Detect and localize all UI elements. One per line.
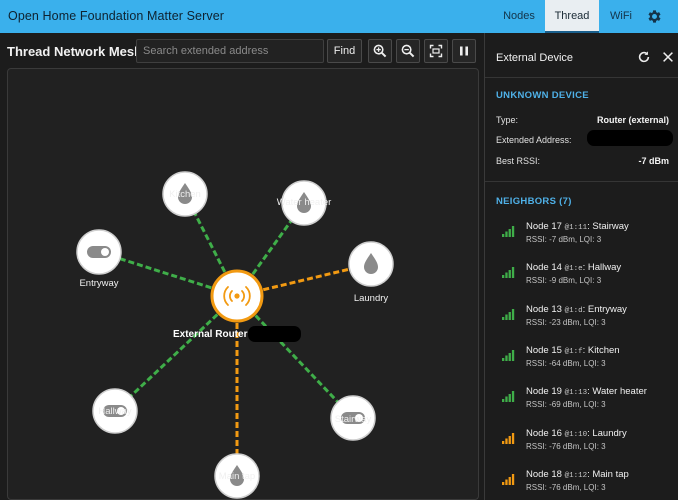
- signal-strength-icon: [502, 349, 515, 361]
- neighbor-stats: RSSI: -7 dBm, LQI: 3: [526, 235, 602, 244]
- neighbor-stats: RSSI: -9 dBm, LQI: 3: [526, 276, 602, 286]
- gear-icon[interactable]: [646, 8, 663, 25]
- redaction-mark: [248, 326, 301, 342]
- neighbor-item[interactable]: Node 17 @1:11: Stairway RSSI: -7 dBm, LQI…: [485, 219, 678, 259]
- signal-strength-icon: [502, 473, 515, 485]
- app-title: Open Home Foundation Matter Server: [8, 9, 225, 23]
- find-button[interactable]: Find: [327, 39, 362, 63]
- neighbor-node-name: Node 15: [526, 344, 562, 356]
- neighbor-stats: RSSI: -76 dBm, LQI: 3: [526, 482, 606, 492]
- neighbor-name: Node 16 @1:10: Laundry: [526, 427, 627, 439]
- fit-view-button[interactable]: [424, 39, 448, 63]
- toggle-icon: [87, 246, 111, 258]
- neighbor-stats: RSSI: -64 dBm, LQI: 3: [526, 358, 606, 368]
- node-label-kitchen: Kitchen: [169, 189, 201, 200]
- neighbor-node-name: Node 14: [526, 262, 562, 274]
- details-header: External Device: [485, 33, 678, 78]
- best-rssi-value: -7 dBm: [638, 156, 669, 166]
- neighbor-stats: RSSI: -23 dBm, LQI: 3: [526, 317, 606, 327]
- type-label: Type:: [496, 115, 519, 125]
- neighbor-name: Node 17 @1:11: Stairway: [526, 221, 629, 232]
- neighbor-node-id: @1:11: [564, 224, 588, 232]
- neighbors-heading: NEIGHBORS (7): [496, 196, 572, 207]
- signal-strength-icon: [502, 391, 515, 403]
- unknown-device-heading: UNKNOWN DEVICE: [496, 90, 589, 101]
- neighbor-node-name: Node 13: [526, 303, 562, 315]
- neighbor-name: Node 14 @1:e: Hallway: [526, 262, 622, 274]
- node-label-external-router: External Router: [173, 329, 248, 340]
- neighbor-name: Node 19 @1:13: Water heater: [526, 386, 647, 398]
- neighbor-node-id: @1:f: [564, 347, 583, 356]
- pause-icon: [460, 46, 468, 56]
- details-title: External Device: [496, 52, 574, 64]
- neighbor-node-id: @1:d: [564, 306, 583, 315]
- node-label-water-heater: Water heater: [276, 197, 332, 208]
- node-label-entryway: Entryway: [79, 278, 119, 289]
- neighbor-room: Entryway: [587, 303, 627, 315]
- tab-thread[interactable]: Thread: [545, 0, 599, 33]
- neighbor-room: Water heater: [592, 386, 647, 398]
- fit-screen-icon: [429, 44, 443, 58]
- mesh-graph-canvas[interactable]: Kitchen Water heater Laundry Stairway Ma…: [7, 68, 479, 500]
- type-value: Router (external): [596, 115, 669, 125]
- node-external-router[interactable]: [210, 269, 264, 323]
- mesh-panel: Thread Network Mesh Find: [0, 33, 484, 500]
- node-label-main-tap: Main tap: [218, 471, 256, 482]
- tab-wifi[interactable]: WiFi: [603, 0, 639, 33]
- zoom-in-icon: [373, 44, 387, 58]
- neighbor-item[interactable]: Node 13 @1:d: Entryway RSSI: -23 dBm, LQI…: [485, 302, 678, 342]
- neighbor-room: Stairway: [592, 221, 629, 232]
- refresh-icon[interactable]: [637, 50, 651, 64]
- neighbor-node-name: Node 18: [526, 468, 562, 480]
- neighbor-name: Node 13 @1:d: Entryway: [526, 303, 627, 315]
- node-label-hallway: Hallway: [98, 406, 132, 417]
- neighbor-node-id: @1:e: [564, 265, 583, 274]
- neighbor-room: Laundry: [592, 427, 627, 439]
- neighbor-item[interactable]: Node 16 @1:10: Laundry RSSI: -76 dBm, LQI…: [485, 426, 678, 466]
- mesh-title: Thread Network Mesh: [7, 44, 143, 59]
- neighbor-node-name: Node 17: [526, 221, 562, 232]
- neighbor-room: Hallway: [587, 262, 622, 274]
- neighbor-room: Main tap: [592, 468, 629, 480]
- node-entryway[interactable]: [76, 229, 122, 275]
- search-input[interactable]: [136, 39, 324, 63]
- pause-button[interactable]: [452, 39, 476, 63]
- neighbor-node-name: Node 19: [526, 386, 562, 398]
- node-label-stairway: Stairway: [334, 414, 372, 425]
- neighbor-item[interactable]: Node 18 @1:12: Main tap RSSI: -76 dBm, LQ…: [485, 467, 678, 500]
- neighbor-item[interactable]: Node 15 @1:f: Kitchen RSSI: -64 dBm, LQI:…: [485, 343, 678, 383]
- section-divider: [485, 181, 678, 182]
- neighbor-stats: RSSI: -69 dBm, LQI: 3: [526, 400, 606, 410]
- neighbor-node-id: @1:13: [564, 389, 588, 398]
- details-panel: External Device UNKNOWN DEVICE Type: Rou…: [484, 33, 678, 500]
- signal-strength-icon: [502, 432, 515, 444]
- signal-strength-icon: [502, 267, 515, 279]
- zoom-out-icon: [401, 44, 415, 58]
- neighbor-item[interactable]: Node 14 @1:e: Hallway RSSI: -9 dBm, LQI: …: [485, 260, 678, 300]
- neighbor-name: Node 15 @1:f: Kitchen: [526, 344, 620, 356]
- close-icon[interactable]: [661, 50, 675, 64]
- extended-address-label: Extended Address:: [496, 135, 572, 145]
- node-laundry[interactable]: [348, 241, 394, 287]
- node-label-laundry: Laundry: [353, 293, 389, 304]
- signal-strength-icon: [502, 308, 515, 320]
- extended-address-redacted: [587, 130, 673, 146]
- best-rssi-label: Best RSSI:: [496, 156, 541, 166]
- neighbor-stats: RSSI: -76 dBm, LQI: 3: [526, 441, 606, 451]
- neighbor-node-id: @1:12: [564, 471, 588, 480]
- tab-nodes[interactable]: Nodes: [496, 0, 542, 33]
- neighbor-name: Node 18 @1:12: Main tap: [526, 468, 629, 480]
- signal-strength-icon: [502, 226, 515, 237]
- neighbor-node-name: Node 16: [526, 427, 562, 439]
- neighbor-room: Kitchen: [587, 344, 620, 356]
- zoom-in-button[interactable]: [368, 39, 392, 63]
- zoom-out-button[interactable]: [396, 39, 420, 63]
- neighbor-node-id: @1:10: [564, 430, 588, 439]
- neighbor-item[interactable]: Node 19 @1:13: Water heater RSSI: -69 dBm…: [485, 384, 678, 424]
- top-app-bar: Open Home Foundation Matter Server Nodes…: [0, 0, 678, 33]
